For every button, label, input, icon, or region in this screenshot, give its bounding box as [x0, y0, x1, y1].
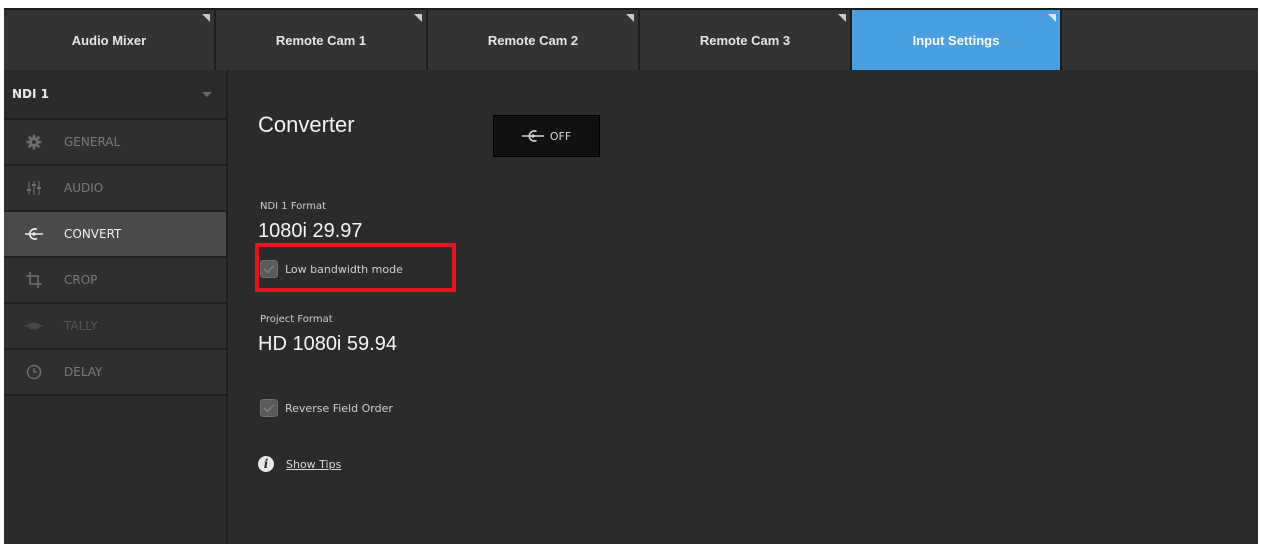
crop-icon — [24, 270, 44, 290]
mixer-sliders-icon — [24, 178, 44, 198]
converter-toggle-button[interactable]: OFF — [493, 115, 600, 157]
tab-corner-icon — [1048, 14, 1056, 22]
low-bandwidth-checkbox[interactable] — [260, 260, 278, 278]
sidebar-divider — [4, 394, 226, 396]
converter-panel: Converter OFF NDI 1 Format 1080i 29.97 L… — [228, 70, 1258, 544]
tab-remote-cam-3[interactable]: Remote Cam 3 — [640, 10, 852, 70]
sidebar-item-label: CONVERT — [64, 227, 122, 241]
toggle-label: OFF — [549, 129, 572, 143]
source-dropdown[interactable]: NDI 1 — [4, 70, 226, 118]
low-bandwidth-label: Low bandwidth mode — [285, 262, 403, 276]
chevron-down-icon — [202, 92, 212, 97]
gear-icon — [24, 132, 44, 152]
sidebar-item-audio[interactable]: AUDIO — [4, 164, 226, 210]
tab-corner-icon — [202, 14, 210, 22]
show-tips-link[interactable]: Show Tips — [286, 458, 341, 471]
sidebar-item-crop[interactable]: CROP — [4, 256, 226, 302]
tab-corner-icon — [414, 14, 422, 22]
tab-label: Remote Cam 3 — [699, 32, 791, 48]
sidebar-item-label: AUDIO — [64, 181, 104, 195]
checkmark-icon — [263, 403, 275, 413]
sidebar: NDI 1 GENERAL AUDIO CONVERT CROP TALLY D… — [4, 70, 228, 544]
checkmark-icon — [263, 264, 275, 274]
app-window: Audio Mixer Remote Cam 1 Remote Cam 2 Re… — [4, 8, 1258, 544]
reverse-field-row: Reverse Field Order — [260, 395, 393, 421]
sidebar-item-general[interactable]: GENERAL — [4, 118, 226, 164]
tab-bar: Audio Mixer Remote Cam 1 Remote Cam 2 Re… — [4, 8, 1258, 70]
low-bandwidth-row: Low bandwidth mode — [260, 256, 403, 282]
project-format-label: Project Format — [260, 314, 333, 325]
tab-corner-icon — [838, 14, 846, 22]
tab-label: Remote Cam 2 — [487, 32, 579, 48]
sidebar-item-tally[interactable]: TALLY — [4, 302, 226, 348]
reverse-field-label: Reverse Field Order — [285, 401, 393, 415]
tab-label: Audio Mixer — [71, 32, 147, 48]
sidebar-item-label: CROP — [64, 273, 98, 287]
input-format-value: 1080i 29.97 — [258, 220, 363, 242]
tab-audio-mixer[interactable]: Audio Mixer — [4, 10, 216, 70]
page-title: Converter — [258, 112, 355, 137]
tab-corner-icon — [626, 14, 634, 22]
converter-icon — [521, 130, 544, 142]
sidebar-item-label: DELAY — [64, 365, 103, 379]
tab-empty-slot — [1062, 10, 1258, 70]
clock-icon — [24, 362, 44, 382]
tab-label: Remote Cam 1 — [275, 32, 367, 48]
show-tips-row: i Show Tips — [258, 454, 341, 474]
info-icon: i — [258, 456, 274, 472]
source-dropdown-value: NDI 1 — [12, 87, 49, 101]
sidebar-item-label: GENERAL — [64, 135, 121, 149]
sidebar-item-convert[interactable]: CONVERT — [4, 210, 226, 256]
tab-label: Input Settings — [912, 32, 1000, 48]
sidebar-item-label: TALLY — [64, 319, 98, 333]
project-format-value: HD 1080i 59.94 — [258, 333, 397, 355]
tab-input-settings[interactable]: Input Settings — [852, 10, 1062, 70]
converter-icon — [24, 224, 44, 244]
tab-remote-cam-1[interactable]: Remote Cam 1 — [216, 10, 428, 70]
tab-remote-cam-2[interactable]: Remote Cam 2 — [428, 10, 640, 70]
tally-light-icon — [24, 316, 44, 336]
sidebar-item-delay[interactable]: DELAY — [4, 348, 226, 394]
input-format-label: NDI 1 Format — [260, 201, 327, 212]
reverse-field-checkbox[interactable] — [260, 399, 278, 417]
